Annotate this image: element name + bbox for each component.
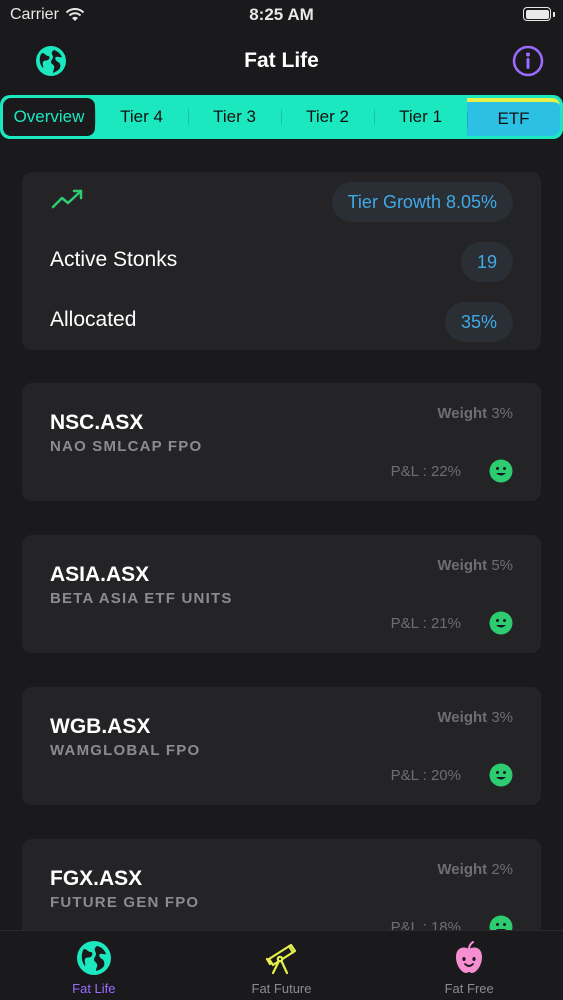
status-bar: Carrier 8:25 AM [0, 0, 563, 30]
tab-label: Tier 2 [306, 107, 349, 126]
tab-label: Tier 4 [120, 107, 163, 126]
tab-label: Tier 1 [399, 107, 442, 126]
stock-ticker: NSC.ASX [50, 411, 144, 434]
stock-weight: Weight 2% [437, 861, 513, 878]
stock-weight: Weight 3% [437, 405, 513, 422]
smile-icon [489, 611, 513, 635]
stock-name: BETA ASIA ETF UNITS [50, 590, 233, 607]
stock-weight: Weight 5% [437, 557, 513, 574]
stock-name: WAMGLOBAL FPO [50, 742, 201, 759]
active-stonks-label: Active Stonks [50, 248, 178, 271]
weight-value: 3% [491, 405, 513, 422]
weight-value: 2% [491, 861, 513, 878]
smile-icon [489, 763, 513, 787]
weight-label: Weight [437, 861, 488, 878]
tab-etf[interactable]: ETF [467, 98, 560, 136]
tab-tier-4[interactable]: Tier 4 [95, 98, 188, 136]
telescope-icon [265, 943, 296, 975]
info-icon[interactable] [511, 44, 545, 78]
stock-pl: P&L : 20% [390, 767, 461, 784]
weight-label: Weight [437, 557, 488, 574]
stock-card[interactable]: NSC.ASX NAO SMLCAP FPO Weight 3% P&L : 2… [22, 383, 541, 501]
stock-card[interactable]: ASIA.ASX BETA ASIA ETF UNITS Weight 5% P… [22, 535, 541, 653]
summary-card: Tier Growth 8.05% Active Stonks 19 Alloc… [22, 172, 541, 350]
tab-tier-3[interactable]: Tier 3 [188, 98, 281, 136]
stock-weight: Weight 3% [437, 709, 513, 726]
weight-value: 5% [491, 557, 513, 574]
tab-fat-future[interactable]: Fat Future [188, 931, 376, 1000]
page-title: Fat Life [244, 49, 319, 72]
allocated-label: Allocated [50, 308, 137, 331]
tab-label: Fat Future [251, 981, 312, 996]
tab-label: Overview [13, 107, 85, 126]
tab-tier-2[interactable]: Tier 2 [281, 98, 374, 136]
stock-ticker: ASIA.ASX [50, 563, 150, 586]
stock-pl: P&L : 21% [390, 615, 461, 632]
status-time: 8:25 AM [249, 5, 314, 24]
apple-icon [456, 941, 483, 973]
tab-label: Tier 3 [213, 107, 256, 126]
nav-bar: Fat Life [0, 36, 563, 88]
allocated-value: 35% [444, 302, 513, 342]
battery-icon [523, 7, 555, 21]
tab-label: ETF [497, 109, 530, 128]
tab-fat-free[interactable]: Fat Free [375, 931, 563, 1000]
active-stonks-value: 19 [460, 242, 513, 282]
trending-up-icon [51, 189, 83, 209]
tier-growth-badge: Tier Growth 8.05% [331, 182, 513, 222]
tab-tier-1[interactable]: Tier 1 [374, 98, 467, 136]
weight-label: Weight [437, 405, 488, 422]
tab-overview[interactable]: Overview [3, 98, 95, 136]
tab-label: Fat Free [444, 981, 494, 996]
weight-label: Weight [437, 709, 488, 726]
weight-value: 3% [491, 709, 513, 726]
tab-fat-life[interactable]: Fat Life [0, 931, 188, 1000]
smile-icon [489, 459, 513, 483]
stock-card[interactable]: WGB.ASX WAMGLOBAL FPO Weight 3% P&L : 20… [22, 687, 541, 805]
globe-icon [76, 941, 111, 975]
tab-label: Fat Life [72, 981, 116, 996]
stock-name: NAO SMLCAP FPO [50, 438, 203, 455]
bottom-tab-bar: Fat Life Fat Future Fat Free [0, 930, 563, 1000]
tier-tabs: Overview Tier 4 Tier 3 Tier 2 Tier 1 ETF [0, 95, 563, 139]
stock-ticker: WGB.ASX [50, 715, 151, 738]
stock-ticker: FGX.ASX [50, 867, 143, 890]
stock-pl: P&L : 22% [390, 463, 461, 480]
stock-name: FUTURE GEN FPO [50, 894, 200, 911]
